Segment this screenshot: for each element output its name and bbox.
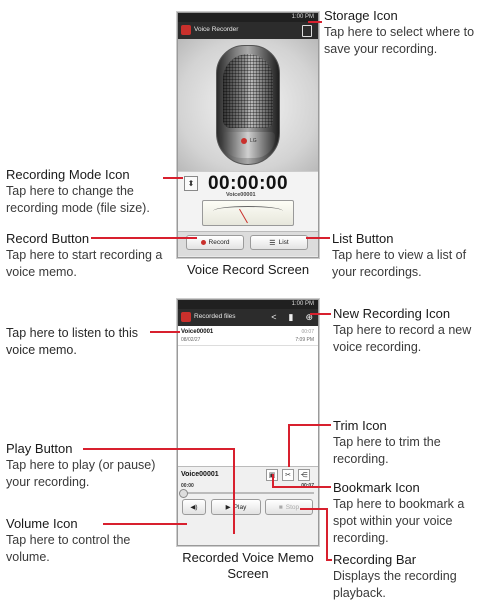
- record-controls: Record ☰ List: [178, 231, 318, 256]
- callout-title: Recording Mode Icon: [6, 167, 130, 182]
- stop-button[interactable]: ■ Stop: [265, 499, 313, 515]
- callout-bookmark-icon: Bookmark Icon Tap here to bookmark a spo…: [333, 480, 491, 547]
- volume-icon: ◀): [190, 504, 198, 511]
- timer-panel: ⬍ 00:00:00 Voice00001: [178, 171, 318, 232]
- list-label: List: [278, 239, 289, 246]
- record-label: Record: [208, 239, 230, 246]
- leader-line: [308, 21, 322, 23]
- callout-recording-bar: Recording Bar Displays the recording pla…: [333, 552, 491, 602]
- leader-line: [233, 448, 235, 534]
- status-bar: 1:00 PM: [178, 13, 318, 22]
- recorded-memo-screenshot: 1:00 PM Recorded files < ▮ ⊕ Voice00001 …: [177, 299, 319, 546]
- lg-logo-icon: [241, 138, 247, 144]
- callout-desc: Tap here to control the volume.: [6, 533, 131, 564]
- callout-desc: Tap here to change the recording mode (f…: [6, 184, 150, 215]
- callout-desc: Tap here to listen to this voice memo.: [6, 326, 139, 357]
- voice-recorder-app-icon: [181, 312, 191, 322]
- list-item-name: Voice00001: [181, 329, 214, 335]
- volume-button[interactable]: ◀): [182, 499, 206, 515]
- level-meter: [202, 200, 294, 226]
- list-item-date: 08/02/27: [181, 337, 201, 343]
- status-time: 1:00 PM: [291, 14, 314, 20]
- recording-file-name: Voice00001: [226, 192, 256, 198]
- callout-title: Storage Icon: [324, 8, 398, 23]
- recording-bar-handle[interactable]: [179, 489, 188, 498]
- callout-title: List Button: [332, 231, 394, 246]
- list-icon: ☰: [269, 239, 276, 247]
- voice-record-screenshot: 1:00 PM Voice Recorder LG ⬍ 00:00:00 Voi…: [177, 12, 319, 258]
- split-icon[interactable]: ⋲: [298, 469, 310, 481]
- play-icon: ▶: [225, 504, 231, 511]
- callout-desc: Tap here to record a new voice recording…: [333, 323, 472, 354]
- callout-storage-icon: Storage Icon Tap here to select where to…: [324, 8, 489, 58]
- leader-line: [310, 313, 331, 315]
- record-icon: [200, 240, 206, 245]
- voice-record-caption: Voice Record Screen: [186, 262, 310, 277]
- callout-desc: Tap here to trim the recording.: [333, 435, 441, 466]
- leader-line: [272, 486, 331, 488]
- stop-icon: ■: [278, 503, 283, 511]
- list-item-time: 7:09 PM: [295, 337, 314, 343]
- recorded-memo-caption: Recorded Voice Memo Screen: [182, 550, 314, 581]
- leader-line: [103, 523, 187, 525]
- play-button[interactable]: ▶ Play: [211, 499, 261, 515]
- share-icon[interactable]: <: [271, 312, 276, 323]
- app-bar: Recorded files < ▮ ⊕: [178, 309, 318, 326]
- callout-listen-memo: Tap here to listen to this voice memo.: [6, 325, 156, 359]
- microphone-graphic: LG: [178, 39, 318, 171]
- callout-desc: Displays the recording playback.: [333, 569, 457, 600]
- callout-desc: Tap here to select where to save your re…: [324, 25, 475, 56]
- callout-desc: Tap here to start recording a voice memo…: [6, 248, 163, 279]
- callout-title: Record Button: [6, 231, 90, 246]
- trim-icon[interactable]: ✂: [282, 469, 294, 481]
- recording-bar[interactable]: [181, 492, 314, 494]
- callout-record-button: Record Button Tap here to start recordin…: [6, 231, 176, 281]
- leader-line: [272, 474, 274, 487]
- callout-desc: Tap here to view a list of your recordin…: [332, 248, 467, 279]
- leader-line: [150, 331, 180, 333]
- leader-line: [83, 448, 234, 450]
- status-time: 1:00 PM: [291, 301, 314, 307]
- callout-desc: Tap here to bookmark a spot within your …: [333, 497, 465, 545]
- leader-line: [163, 177, 183, 179]
- status-bar: 1:00 PM: [178, 300, 318, 309]
- playback-file-name: Voice00001: [181, 471, 219, 478]
- microphone-icon: LG: [216, 45, 280, 165]
- stop-label: Stop: [285, 503, 300, 511]
- leader-line: [326, 508, 328, 560]
- delete-icon[interactable]: ▮: [289, 312, 294, 323]
- playback-panel: Voice00001 ▣ ✂ ⋲ 00:00 00:07 ◀) ▶ Play ■…: [178, 466, 318, 545]
- callout-new-recording-icon: New Recording Icon Tap here to record a …: [333, 306, 491, 356]
- callout-title: New Recording Icon: [333, 306, 451, 321]
- app-bar: Voice Recorder: [178, 22, 318, 39]
- callout-title: Recording Bar: [333, 552, 417, 567]
- callout-recording-mode-icon: Recording Mode Icon Tap here to change t…: [6, 167, 178, 217]
- storage-icon[interactable]: [302, 25, 312, 37]
- app-title: Voice Recorder: [194, 26, 239, 33]
- callout-title: Bookmark Icon: [333, 480, 420, 495]
- brand-text: LG: [250, 138, 257, 144]
- callout-list-button: List Button Tap here to view a list of y…: [332, 231, 490, 281]
- callout-trim-icon: Trim Icon Tap here to trim the recording…: [333, 418, 491, 468]
- screen-title: Recorded files: [194, 313, 236, 320]
- leader-line: [326, 559, 332, 561]
- leader-line: [91, 237, 197, 239]
- leader-line: [300, 508, 327, 510]
- play-label: Play: [233, 503, 247, 511]
- list-item-duration: 00:07: [301, 329, 314, 335]
- callout-title: Trim Icon: [333, 418, 387, 433]
- list-button[interactable]: ☰ List: [250, 235, 308, 250]
- voice-recorder-app-icon: [181, 25, 191, 35]
- leader-line: [288, 424, 290, 467]
- leader-line: [288, 424, 331, 426]
- callout-desc: Tap here to play (or pause) your recordi…: [6, 458, 156, 489]
- leader-line: [306, 237, 330, 239]
